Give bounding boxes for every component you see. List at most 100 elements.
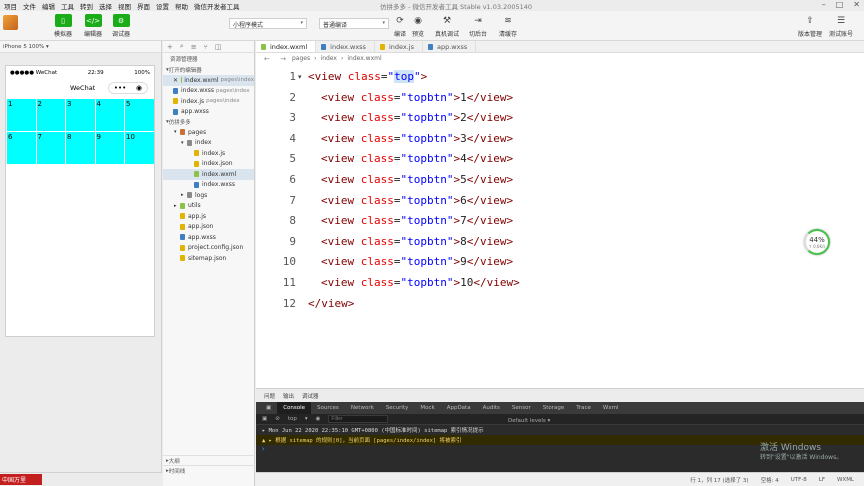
- device-select[interactable]: iPhone 5 100% ▾: [0, 41, 161, 53]
- timeline-section[interactable]: ▸ 时间线: [163, 465, 255, 475]
- menu-item[interactable]: 文件: [23, 1, 36, 11]
- maximize-icon[interactable]: □: [836, 0, 844, 9]
- tree-item[interactable]: ▾ pages: [163, 127, 254, 138]
- project-section[interactable]: ▾ 仿拼多多: [163, 117, 254, 127]
- menu-item[interactable]: 微信开发者工具: [194, 1, 240, 11]
- tree-item[interactable]: project.config.json: [163, 243, 254, 254]
- breadcrumb-item[interactable]: index.wxml: [347, 55, 381, 62]
- devtools-tab[interactable]: Trace: [570, 402, 597, 414]
- debugger-button[interactable]: ⚙ 调试器: [106, 14, 136, 38]
- branch-icon[interactable]: ⑂: [204, 43, 208, 51]
- eye-icon[interactable]: ◉: [316, 416, 321, 422]
- menu-item[interactable]: 设置: [156, 1, 169, 11]
- console-filter-input[interactable]: [328, 415, 389, 423]
- fold-arrow-icon[interactable]: ▾: [298, 73, 302, 81]
- grid-cell[interactable]: 10: [125, 132, 154, 164]
- outline-section[interactable]: ▸ 大纲: [163, 455, 255, 465]
- tree-item[interactable]: index.wxml: [163, 169, 254, 180]
- search-icon[interactable]: ⌕: [180, 42, 184, 51]
- tab-app-wxss[interactable]: app.wxss: [423, 41, 477, 52]
- phone-screen[interactable]: ●●●●● WeChat 22:39 100% WeChat ••• ◉ 123…: [5, 65, 155, 337]
- simulator-button[interactable]: ▯ 模拟器: [48, 14, 78, 38]
- status-item[interactable]: 空格: 4: [761, 476, 779, 484]
- devtools-tab[interactable]: AppData: [441, 402, 477, 414]
- grid-cell[interactable]: 7: [36, 132, 65, 164]
- grid-cell[interactable]: 6: [7, 132, 36, 164]
- menu-item[interactable]: 编辑: [42, 1, 55, 11]
- mode-select[interactable]: 小程序模式 ▾: [229, 18, 307, 29]
- status-item[interactable]: LF: [819, 477, 825, 483]
- close-icon[interactable]: ✕: [853, 0, 860, 9]
- tree-item[interactable]: app.wxss: [163, 232, 254, 243]
- minimize-icon[interactable]: –: [822, 0, 826, 9]
- log-levels-select[interactable]: Default levels ▾: [508, 418, 550, 424]
- split-icon[interactable]: ◫: [215, 43, 222, 51]
- panel-tab[interactable]: 问题: [264, 392, 275, 400]
- devtools-tab[interactable]: Sources: [311, 402, 345, 414]
- status-item[interactable]: WXML: [837, 477, 854, 483]
- performance-monitor[interactable]: 44% ↑ 0.6K/s: [804, 229, 830, 255]
- grid-cell[interactable]: 4: [95, 99, 124, 131]
- test-account-button[interactable]: ☰ 测试账号: [826, 14, 856, 39]
- context-select[interactable]: top: [288, 416, 297, 422]
- devtools-tab[interactable]: Sensor: [506, 402, 537, 414]
- tree-item[interactable]: app.js: [163, 211, 254, 222]
- tab-index-wxss[interactable]: index.wxss: [316, 41, 375, 52]
- menu-item[interactable]: 工具: [61, 1, 74, 11]
- switch-background-button[interactable]: ⇥ 切后台: [463, 14, 493, 39]
- tree-item[interactable]: ▸ logs: [163, 190, 254, 201]
- version-management-button[interactable]: ⇪ 版本管理: [795, 14, 825, 39]
- open-editor-item[interactable]: ✕ index.wxml pages\index: [163, 75, 254, 86]
- tree-item[interactable]: sitemap.json: [163, 253, 254, 264]
- status-item[interactable]: UTF-8: [791, 477, 807, 483]
- close-icon[interactable]: ✕: [173, 77, 178, 84]
- devtools-tab[interactable]: Mock: [414, 402, 440, 414]
- grid-cell[interactable]: 1: [7, 99, 36, 131]
- grid-cell[interactable]: 8: [66, 132, 95, 164]
- tree-item[interactable]: index.wxss: [163, 180, 254, 191]
- menu-item[interactable]: 界面: [137, 1, 150, 11]
- exit-icon[interactable]: ◉: [136, 84, 142, 92]
- devtools-tab[interactable]: Wxml: [597, 402, 625, 414]
- menu-item[interactable]: 帮助: [175, 1, 188, 11]
- open-editor-item[interactable]: index.wxss pages\index: [163, 86, 254, 97]
- grid-cell[interactable]: 3: [66, 99, 95, 131]
- open-editor-item[interactable]: app.wxss: [163, 107, 254, 118]
- panel-tab[interactable]: 调试器: [302, 392, 319, 400]
- devtools-tab[interactable]: Storage: [537, 402, 571, 414]
- devtools-tab[interactable]: Console: [277, 402, 312, 414]
- grid-cell[interactable]: 9: [95, 132, 124, 164]
- menu-item[interactable]: 项目: [4, 1, 17, 11]
- open-editors-section[interactable]: ▾ 打开的编辑器: [163, 65, 254, 75]
- open-editor-item[interactable]: index.js pages\index: [163, 96, 254, 107]
- status-item[interactable]: 行 1，列 17 (选择了 3): [690, 476, 748, 484]
- capsule-button[interactable]: ••• ◉: [108, 82, 148, 94]
- grid-cell[interactable]: 5: [125, 99, 154, 131]
- clear-cache-button[interactable]: ≋ 清缓存: [493, 14, 523, 39]
- tree-item[interactable]: app.json: [163, 222, 254, 233]
- breadcrumb-item[interactable]: index: [321, 55, 337, 62]
- devtools-tab[interactable]: Security: [380, 402, 415, 414]
- tree-item[interactable]: ▾ index: [163, 138, 254, 149]
- menu-item[interactable]: 视图: [118, 1, 131, 11]
- panel-tab[interactable]: 输出: [283, 392, 294, 400]
- more-icon[interactable]: •••: [114, 84, 126, 92]
- inspect-icon[interactable]: ▣: [260, 402, 277, 414]
- menu-item[interactable]: 转到: [80, 1, 93, 11]
- tree-item[interactable]: index.js: [163, 148, 254, 159]
- real-debug-button[interactable]: ⚒ 真机调试: [432, 14, 462, 39]
- tree-item[interactable]: ▸ utils: [163, 201, 254, 212]
- menu-item[interactable]: 选择: [99, 1, 112, 11]
- editor-button[interactable]: </> 编辑器: [78, 14, 108, 38]
- breadcrumb-item[interactable]: pages: [292, 55, 310, 62]
- block-icon[interactable]: ⊘: [275, 416, 280, 422]
- compile-select[interactable]: 普通编译 ▾: [319, 18, 389, 29]
- menu-icon[interactable]: ≡: [191, 43, 197, 51]
- devtools-tab[interactable]: Network: [345, 402, 380, 414]
- inspect-icon[interactable]: ▣: [262, 416, 267, 422]
- back-forward-icon[interactable]: ← →: [264, 55, 290, 63]
- preview-button[interactable]: ◉ 预览: [403, 14, 433, 39]
- tab-index-wxml[interactable]: index.wxml: [256, 41, 317, 52]
- grid-cell[interactable]: 2: [36, 99, 65, 131]
- devtools-tab[interactable]: Audits: [477, 402, 506, 414]
